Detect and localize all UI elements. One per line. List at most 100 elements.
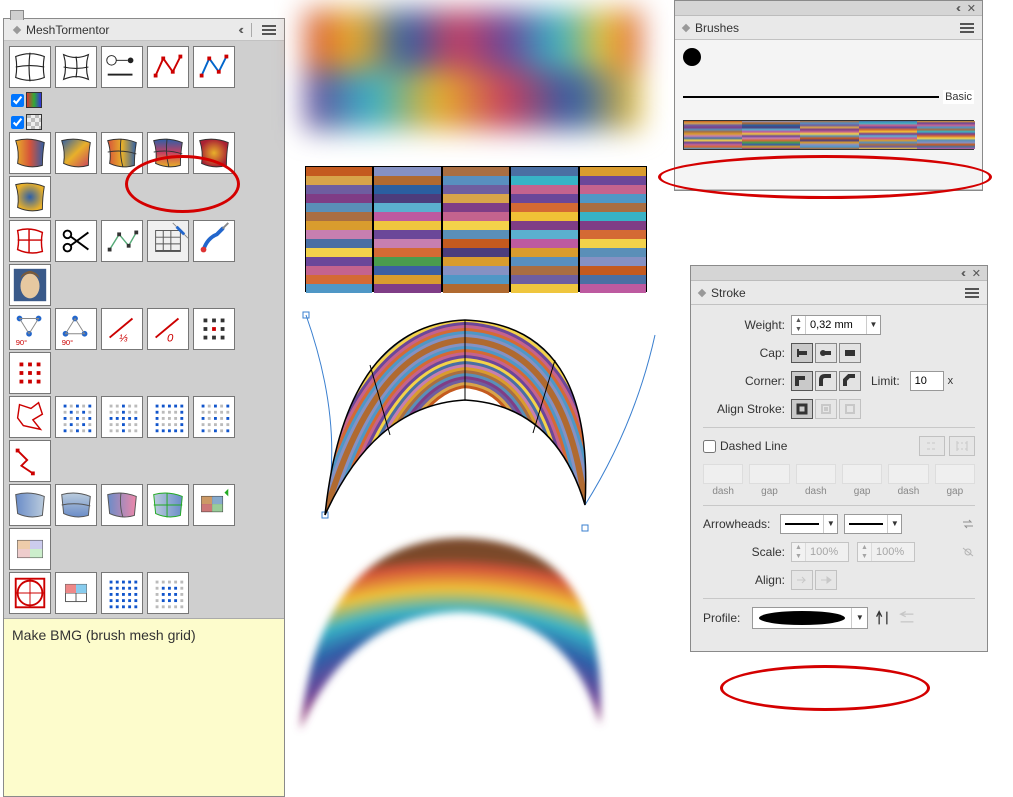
stroke-tabrow[interactable]: ‹‹ ✕ (691, 266, 987, 281)
make-bmg-button[interactable] (147, 220, 189, 262)
grid-5x5-c-button[interactable] (147, 396, 189, 438)
annotation-circle-profile (720, 665, 930, 711)
node-connect-button[interactable] (101, 46, 143, 88)
profile-select[interactable]: ▼ (752, 607, 868, 629)
brush-art-stripe[interactable] (683, 120, 974, 150)
svg-text:90°: 90° (16, 338, 28, 347)
red-zigzag-button[interactable] (9, 440, 51, 482)
chevron-down-icon[interactable]: ▼ (851, 608, 867, 628)
dashed-line-toggle[interactable]: Dashed Line (703, 439, 787, 453)
weight-input[interactable] (806, 316, 866, 334)
tooltip-text: Make BMG (brush mesh grid) (12, 627, 196, 643)
brushes-header[interactable]: Brushes (675, 16, 982, 40)
arrowhead-start-select[interactable]: ▼ (780, 514, 838, 534)
color-mesh-5-button[interactable] (193, 132, 235, 174)
scissors-button[interactable] (55, 220, 97, 262)
zero-button[interactable]: 0 (147, 308, 189, 350)
red-circle-cross-button[interactable] (9, 572, 51, 614)
portrait-mesh-button[interactable] (9, 264, 51, 306)
align-center-button[interactable] (791, 399, 813, 419)
red-path-1-button[interactable] (147, 46, 189, 88)
gradient-cell-4-button[interactable] (147, 484, 189, 526)
table-plain-button[interactable] (9, 528, 51, 570)
gradient-cell-2-button[interactable] (55, 484, 97, 526)
align-inside-button (815, 399, 837, 419)
arrow-align-extend-button (791, 570, 813, 590)
brush-mesh-button[interactable] (193, 220, 235, 262)
one-third-button[interactable]: ⅓ (101, 308, 143, 350)
meshtormentor-titlebar[interactable]: MeshTormentor ‹‹ (4, 19, 284, 41)
limit-input[interactable] (910, 371, 944, 391)
panel-menu-icon[interactable] (262, 25, 276, 35)
panel-grip-icon (13, 25, 21, 33)
color-mesh-3-button[interactable] (101, 132, 143, 174)
color-mesh-2-button[interactable] (55, 132, 97, 174)
red-path-2-button[interactable] (193, 46, 235, 88)
mesh-envelope-2-button[interactable] (55, 46, 97, 88)
canvas-smooth-crescent (280, 530, 650, 755)
link-scale-icon (961, 545, 975, 559)
collapse-chevrons-icon[interactable]: ‹‹ (238, 19, 241, 41)
separator (703, 598, 975, 599)
mesh-envelope-1-button[interactable] (9, 46, 51, 88)
grid-5x5-a-button[interactable] (55, 396, 97, 438)
gradient-cell-1-button[interactable] (9, 484, 51, 526)
corner-round-button[interactable] (815, 371, 837, 391)
corner-miter-button[interactable] (791, 371, 813, 391)
weight-dropdown-icon[interactable]: ▼ (866, 316, 880, 334)
blue-dots-2-button[interactable] (147, 572, 189, 614)
stepper-up-icon[interactable]: ▲ (792, 316, 805, 325)
weight-stepper[interactable]: ▲▼ ▼ (791, 315, 881, 335)
color-mesh-1-button[interactable] (9, 132, 51, 174)
flip-along-icon[interactable] (874, 609, 892, 627)
corner-bevel-button[interactable] (839, 371, 861, 391)
brush-round-preview[interactable] (683, 48, 701, 66)
grid-5x5-d-button[interactable] (193, 396, 235, 438)
color-mode-checkbox-2[interactable] (11, 116, 24, 129)
dots-3x3-a-button[interactable] (193, 308, 235, 350)
panel-menu-icon[interactable] (965, 288, 979, 298)
cap-square-button[interactable] (839, 343, 861, 363)
panel-menu-icon[interactable] (960, 23, 974, 33)
close-icon[interactable]: ✕ (967, 2, 976, 15)
meshtormentor-title: MeshTormentor (26, 19, 232, 41)
color-mode-checkbox-1[interactable] (11, 94, 24, 107)
close-icon[interactable]: ✕ (972, 267, 981, 280)
separator (703, 427, 975, 428)
dash-gap-input (842, 464, 882, 484)
cap-round-button[interactable] (815, 343, 837, 363)
path-nodes-button[interactable] (101, 220, 143, 262)
brushes-tabrow[interactable]: ‹‹ ✕ (675, 1, 982, 16)
stroke-header[interactable]: Stroke (691, 281, 987, 305)
align-outside-button (839, 399, 861, 419)
brush-basic-row[interactable]: Basic (683, 84, 974, 110)
collapse-chevrons-icon[interactable]: ‹‹ (956, 1, 958, 15)
dashed-checkbox[interactable] (703, 440, 716, 453)
meshtormentor-toolbar: 90° 90° ⅓ 0 (4, 41, 284, 618)
node-graph-90-button[interactable]: 90° (9, 308, 51, 350)
dots-3x3-b-button[interactable] (9, 352, 51, 394)
chevron-down-icon[interactable]: ▼ (887, 515, 901, 533)
arrowhead-end-select[interactable]: ▼ (844, 514, 902, 534)
color-mesh-4-button[interactable] (147, 132, 189, 174)
separator (251, 23, 252, 37)
chevron-down-icon[interactable]: ▼ (823, 515, 837, 533)
cap-label: Cap: (703, 346, 791, 360)
collapse-chevrons-icon[interactable]: ‹‹ (961, 266, 963, 280)
gradient-cell-3-button[interactable] (101, 484, 143, 526)
stepper-down-icon[interactable]: ▼ (792, 325, 805, 334)
table-arrow-button[interactable] (193, 484, 235, 526)
swap-arrowheads-icon[interactable] (961, 517, 975, 531)
node-graph-90b-button[interactable]: 90° (55, 308, 97, 350)
red-poly-button[interactable] (9, 396, 51, 438)
brush-basic-label: Basic (943, 90, 974, 104)
grid-outline-button[interactable] (9, 220, 51, 262)
color-mesh-6-button[interactable] (9, 176, 51, 218)
meshtormentor-help: Make BMG (brush mesh grid) (4, 618, 284, 796)
blue-dots-1-button[interactable] (101, 572, 143, 614)
align-stroke-label: Align Stroke: (703, 402, 791, 416)
mini-table-button[interactable] (55, 572, 97, 614)
grid-5x5-b-button[interactable] (101, 396, 143, 438)
cap-butt-button[interactable] (791, 343, 813, 363)
brush-basic-preview (683, 96, 939, 98)
